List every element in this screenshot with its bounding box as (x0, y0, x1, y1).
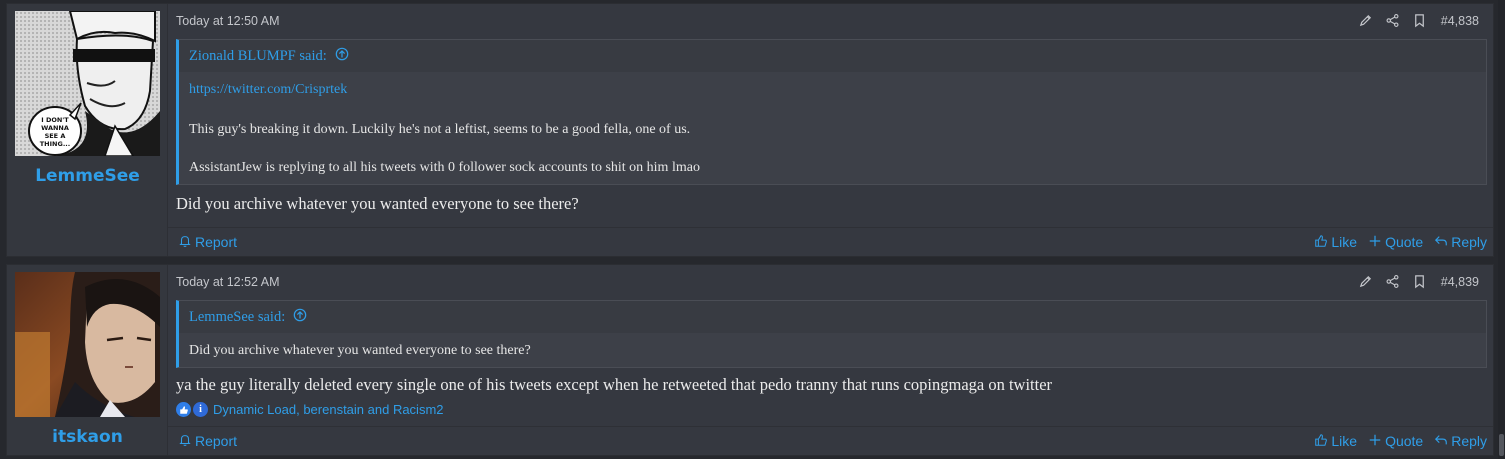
arrow-up-circle-icon[interactable] (335, 47, 349, 66)
plus-icon (1368, 234, 1382, 251)
post-4838: I DON'T WANNA SEE A THING... LemmeSee To… (6, 3, 1494, 257)
reactions-bar[interactable]: i Dynamic Load, berenstain and Racism2 (176, 402, 444, 417)
bookmark-icon[interactable] (1412, 13, 1427, 28)
user-cell: I DON'T WANNA SEE A THING... LemmeSee (7, 4, 168, 256)
quote-body: Did you archive whatever you wanted ever… (179, 333, 1486, 367)
post-footer: Report Like Quote Reply (168, 426, 1493, 455)
avatar-caption-4: THING... (40, 140, 70, 148)
like-button[interactable]: Like (1314, 433, 1357, 450)
avatar-caption-1: I DON'T (41, 116, 69, 124)
report-label: Report (195, 433, 238, 449)
like-button[interactable]: Like (1314, 234, 1357, 251)
reply-label: Reply (1451, 234, 1487, 250)
report-button[interactable]: Report (178, 433, 237, 450)
post-message: Did you archive whatever you wanted ever… (176, 194, 579, 213)
like-label: Like (1331, 433, 1358, 449)
quote-author[interactable]: Zionald BLUMPF said: (189, 48, 327, 65)
report-label: Report (195, 234, 238, 250)
quote-link[interactable]: https://twitter.com/Crisprtek (189, 82, 347, 97)
post-footer: Report Like Quote Reply (168, 227, 1493, 256)
post-4839: itskaon Today at 12:52 AM #4,839 LemmeSe… (6, 264, 1494, 456)
reactions-list[interactable]: Dynamic Load, berenstain and Racism2 (213, 402, 444, 417)
username[interactable]: itskaon (7, 427, 168, 447)
quote-header[interactable]: Zionald BLUMPF said: (179, 40, 1486, 72)
plus-icon (1368, 433, 1382, 450)
avatar-caption-3: SEE A (45, 132, 66, 140)
edit-icon[interactable] (1358, 274, 1373, 289)
like-reaction-icon (176, 402, 191, 417)
quote-label: Quote (1385, 433, 1424, 449)
report-button[interactable]: Report (178, 234, 237, 251)
info-reaction-icon: i (193, 402, 208, 417)
share-icon[interactable] (1385, 13, 1400, 28)
share-icon[interactable] (1385, 274, 1400, 289)
reply-button[interactable]: Reply (1434, 234, 1487, 251)
scrollbar[interactable] (1498, 0, 1505, 459)
scrollbar-thumb[interactable] (1499, 434, 1504, 456)
reply-label: Reply (1451, 433, 1487, 449)
quote-header[interactable]: LemmeSee said: (179, 301, 1486, 333)
post-main: Today at 12:52 AM #4,839 LemmeSee said: … (168, 265, 1493, 455)
post-message: ya the guy literally deleted every singl… (176, 375, 1053, 394)
avatar[interactable] (15, 272, 160, 417)
thumbs-up-icon (1314, 433, 1328, 450)
quote-author[interactable]: LemmeSee said: (189, 309, 285, 326)
reply-icon (1434, 433, 1448, 450)
post-main: Today at 12:50 AM #4,838 Zionald BLUMPF … (168, 4, 1493, 256)
reply-button[interactable]: Reply (1434, 433, 1487, 450)
quote-button[interactable]: Quote (1368, 234, 1423, 251)
quote-line: Did you archive whatever you wanted ever… (189, 343, 531, 358)
quote-label: Quote (1385, 234, 1424, 250)
quote-body: https://twitter.com/Crisprtek This guy's… (179, 72, 1486, 184)
user-cell: itskaon (7, 265, 168, 455)
post-tools: #4,839 (1358, 274, 1479, 289)
quote-block: Zionald BLUMPF said: https://twitter.com… (176, 39, 1487, 185)
bookmark-icon[interactable] (1412, 274, 1427, 289)
bell-icon (178, 234, 192, 251)
edit-icon[interactable] (1358, 13, 1373, 28)
like-label: Like (1331, 234, 1358, 250)
reply-icon (1434, 234, 1448, 251)
post-number[interactable]: #4,838 (1441, 14, 1479, 28)
post-number[interactable]: #4,839 (1441, 275, 1479, 289)
post-tools: #4,838 (1358, 13, 1479, 28)
quote-button[interactable]: Quote (1368, 433, 1423, 450)
arrow-up-circle-icon[interactable] (293, 308, 307, 327)
post-timestamp[interactable]: Today at 12:50 AM (176, 14, 280, 28)
post-timestamp[interactable]: Today at 12:52 AM (176, 275, 280, 289)
quote-block: LemmeSee said: Did you archive whatever … (176, 300, 1487, 368)
username[interactable]: LemmeSee (7, 166, 168, 186)
quote-line: AssistantJew is replying to all his twee… (189, 160, 700, 175)
avatar[interactable]: I DON'T WANNA SEE A THING... (15, 11, 160, 156)
bell-icon (178, 433, 192, 450)
quote-line: This guy's breaking it down. Luckily he'… (189, 122, 691, 137)
thumbs-up-icon (1314, 234, 1328, 251)
avatar-caption-2: WANNA (41, 124, 69, 132)
